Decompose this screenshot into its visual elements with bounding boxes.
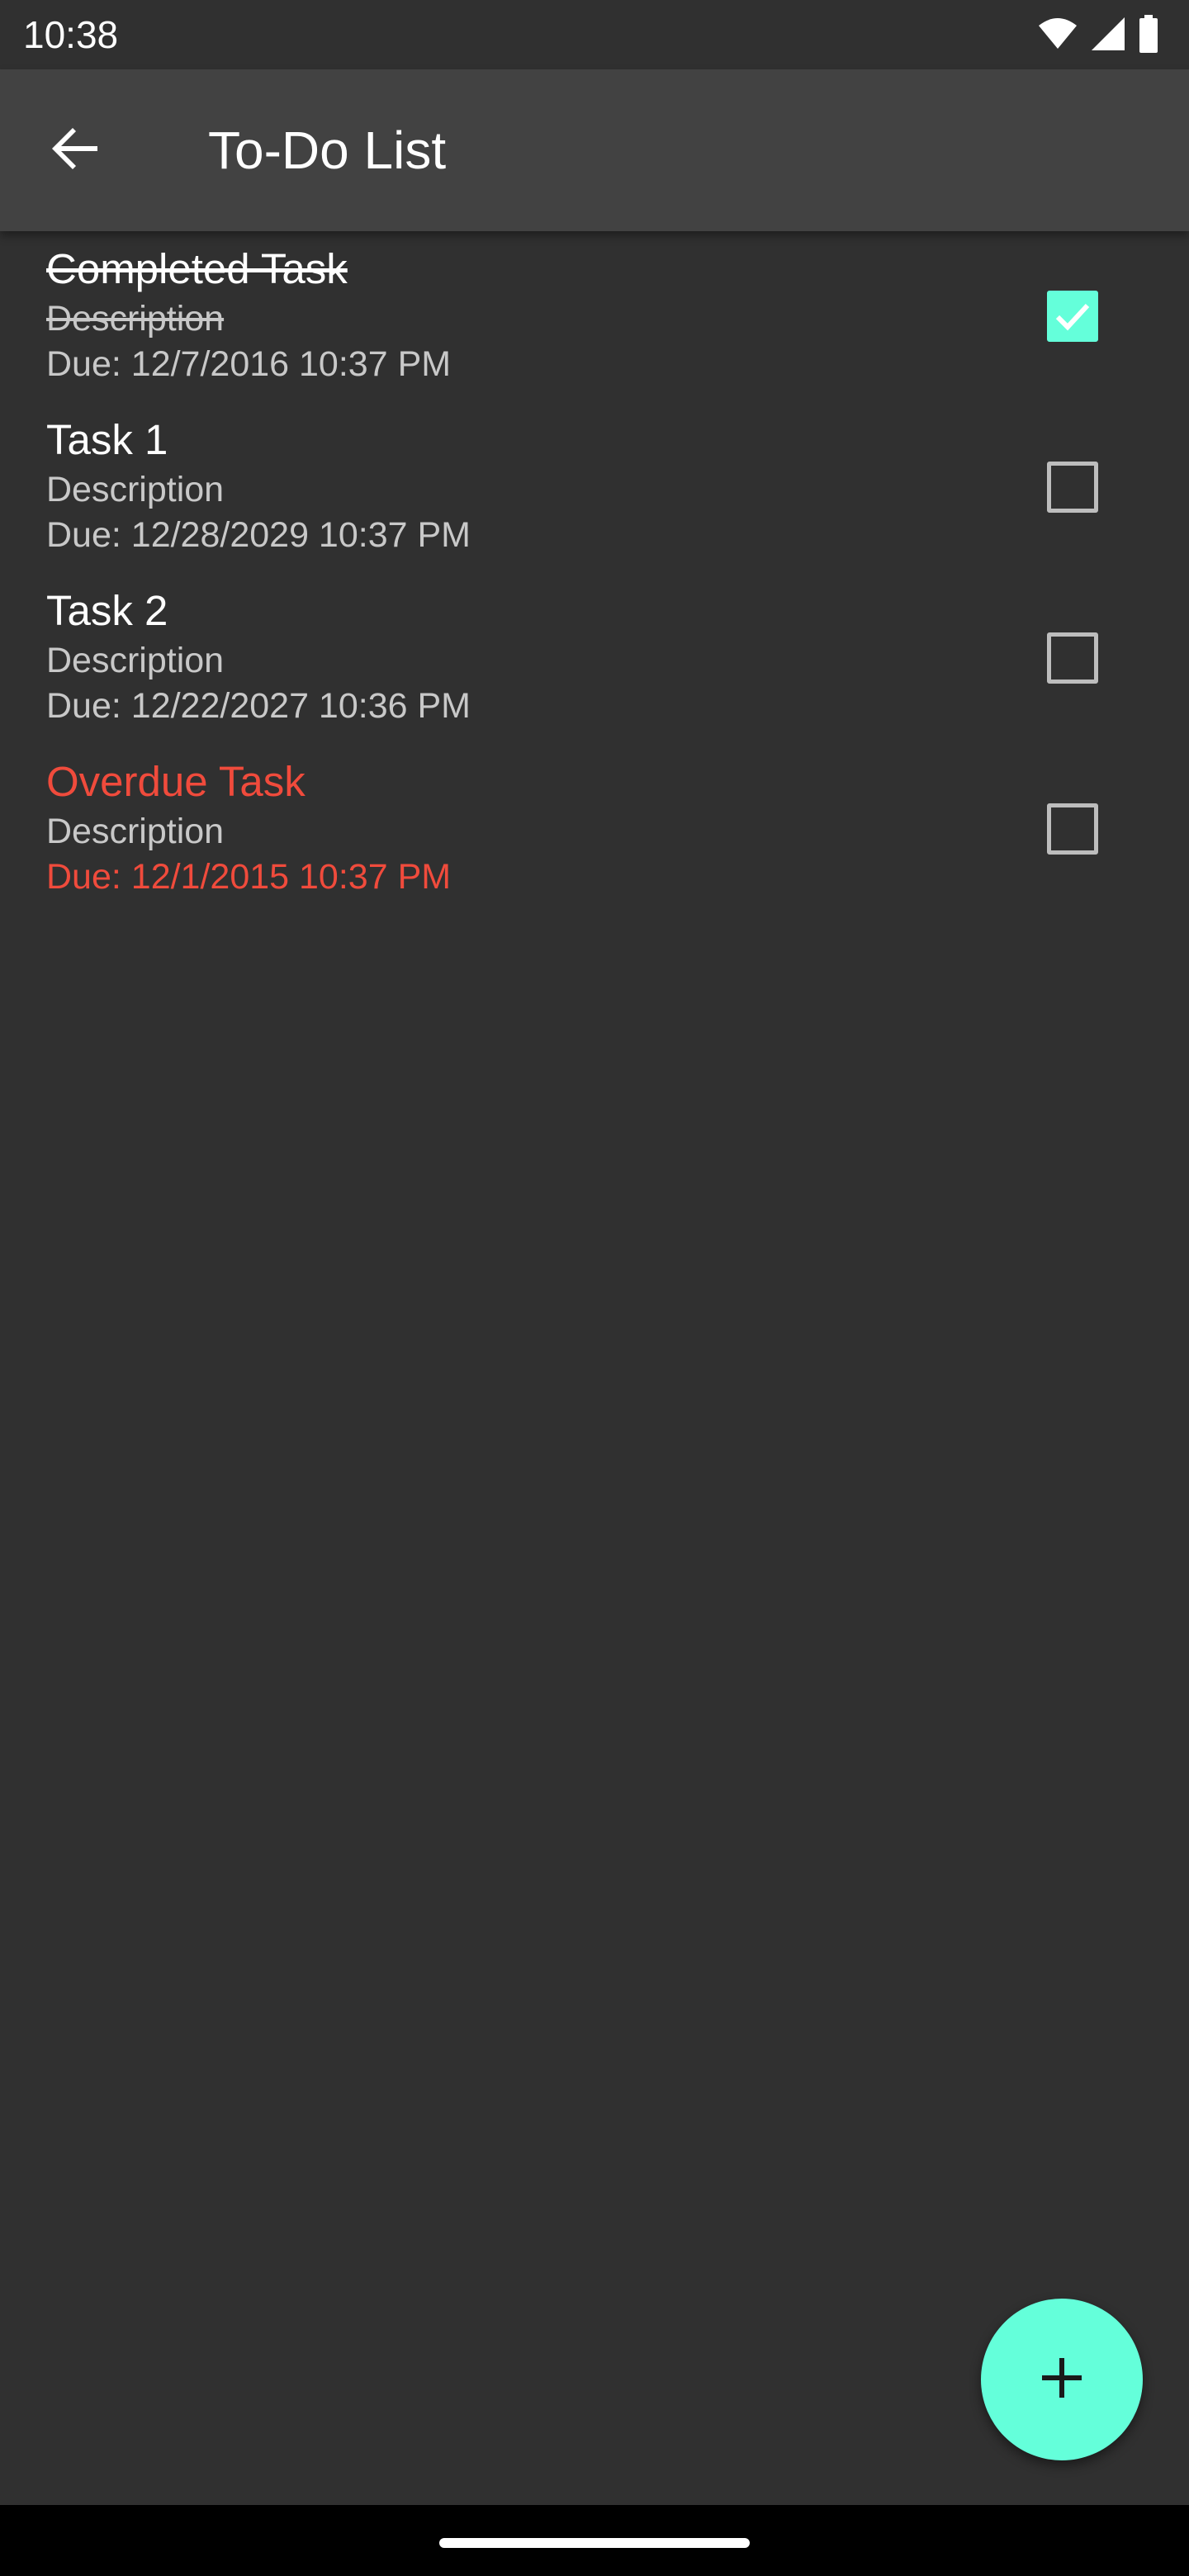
task-title: Completed Task (46, 245, 348, 292)
task-row[interactable]: Task 1 Description Due: 12/28/2029 10:37… (0, 402, 1189, 573)
signal-icon (1090, 16, 1126, 56)
task-row-overdue[interactable]: Overdue Task Description Due: 12/1/2015 … (0, 744, 1189, 915)
wifi-icon (1037, 17, 1078, 54)
task-checkbox[interactable] (1047, 803, 1098, 855)
task-row[interactable]: Task 2 Description Due: 12/22/2027 10:36… (0, 573, 1189, 744)
battery-icon (1138, 14, 1159, 57)
task-description: Description (46, 470, 225, 509)
task-description: Description (46, 641, 225, 680)
task-checkbox[interactable] (1047, 632, 1098, 684)
status-bar: 10:38 (0, 0, 1189, 69)
task-due-date: Due: 12/22/2027 10:36 PM (46, 686, 471, 726)
task-list: Completed Task Description Due: 12/7/201… (0, 231, 1189, 915)
task-checkbox[interactable] (1047, 291, 1098, 342)
status-icons (1037, 14, 1159, 57)
task-checkbox[interactable] (1047, 462, 1098, 513)
task-description: Description (46, 812, 225, 851)
task-due-date: Due: 12/28/2029 10:37 PM (46, 515, 471, 555)
task-description: Description (46, 299, 225, 339)
app-bar: To-Do List (0, 69, 1189, 231)
task-row-completed[interactable]: Completed Task Description Due: 12/7/201… (0, 231, 1189, 402)
back-button[interactable] (36, 111, 116, 190)
status-time: 10:38 (23, 13, 119, 56)
task-due-date: Due: 12/1/2015 10:37 PM (46, 857, 452, 897)
task-title: Task 1 (46, 416, 168, 463)
task-title: Overdue Task (46, 758, 306, 805)
plus-icon (1039, 2355, 1085, 2405)
home-gesture-handle[interactable] (439, 2538, 750, 2548)
page-title: To-Do List (208, 121, 447, 180)
navigation-bar (0, 2505, 1189, 2576)
task-due-date: Due: 12/7/2016 10:37 PM (46, 344, 452, 384)
task-title: Task 2 (46, 587, 168, 634)
arrow-back-icon (50, 122, 102, 179)
add-task-button[interactable] (981, 2299, 1143, 2460)
